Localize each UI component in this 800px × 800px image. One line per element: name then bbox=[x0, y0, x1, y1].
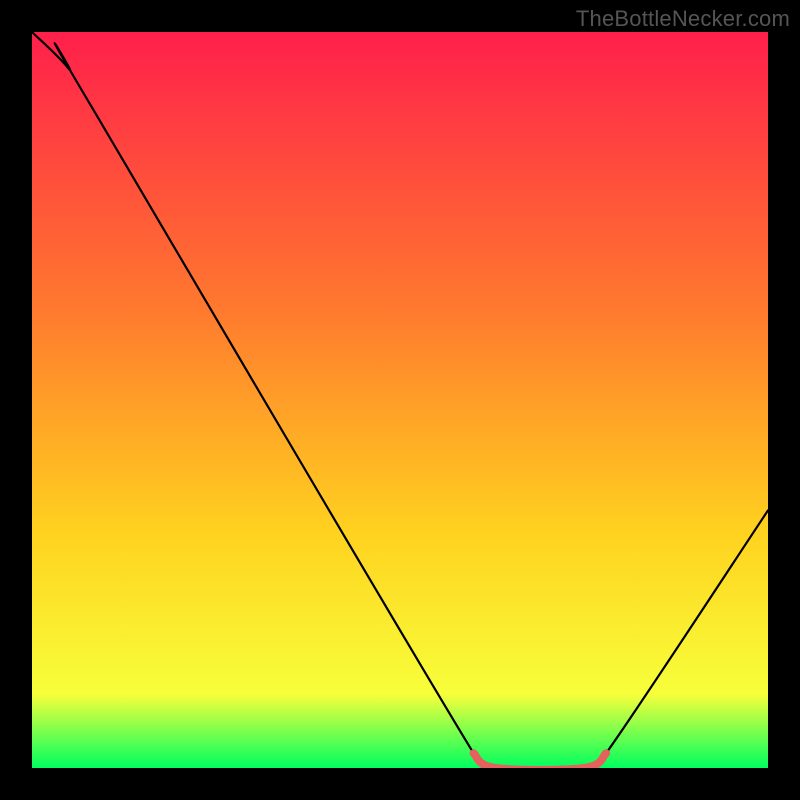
bottleneck-chart bbox=[32, 32, 768, 768]
chart-frame bbox=[32, 32, 768, 768]
watermark-text: TheBottleNecker.com bbox=[576, 6, 790, 32]
gradient-background bbox=[32, 32, 768, 768]
